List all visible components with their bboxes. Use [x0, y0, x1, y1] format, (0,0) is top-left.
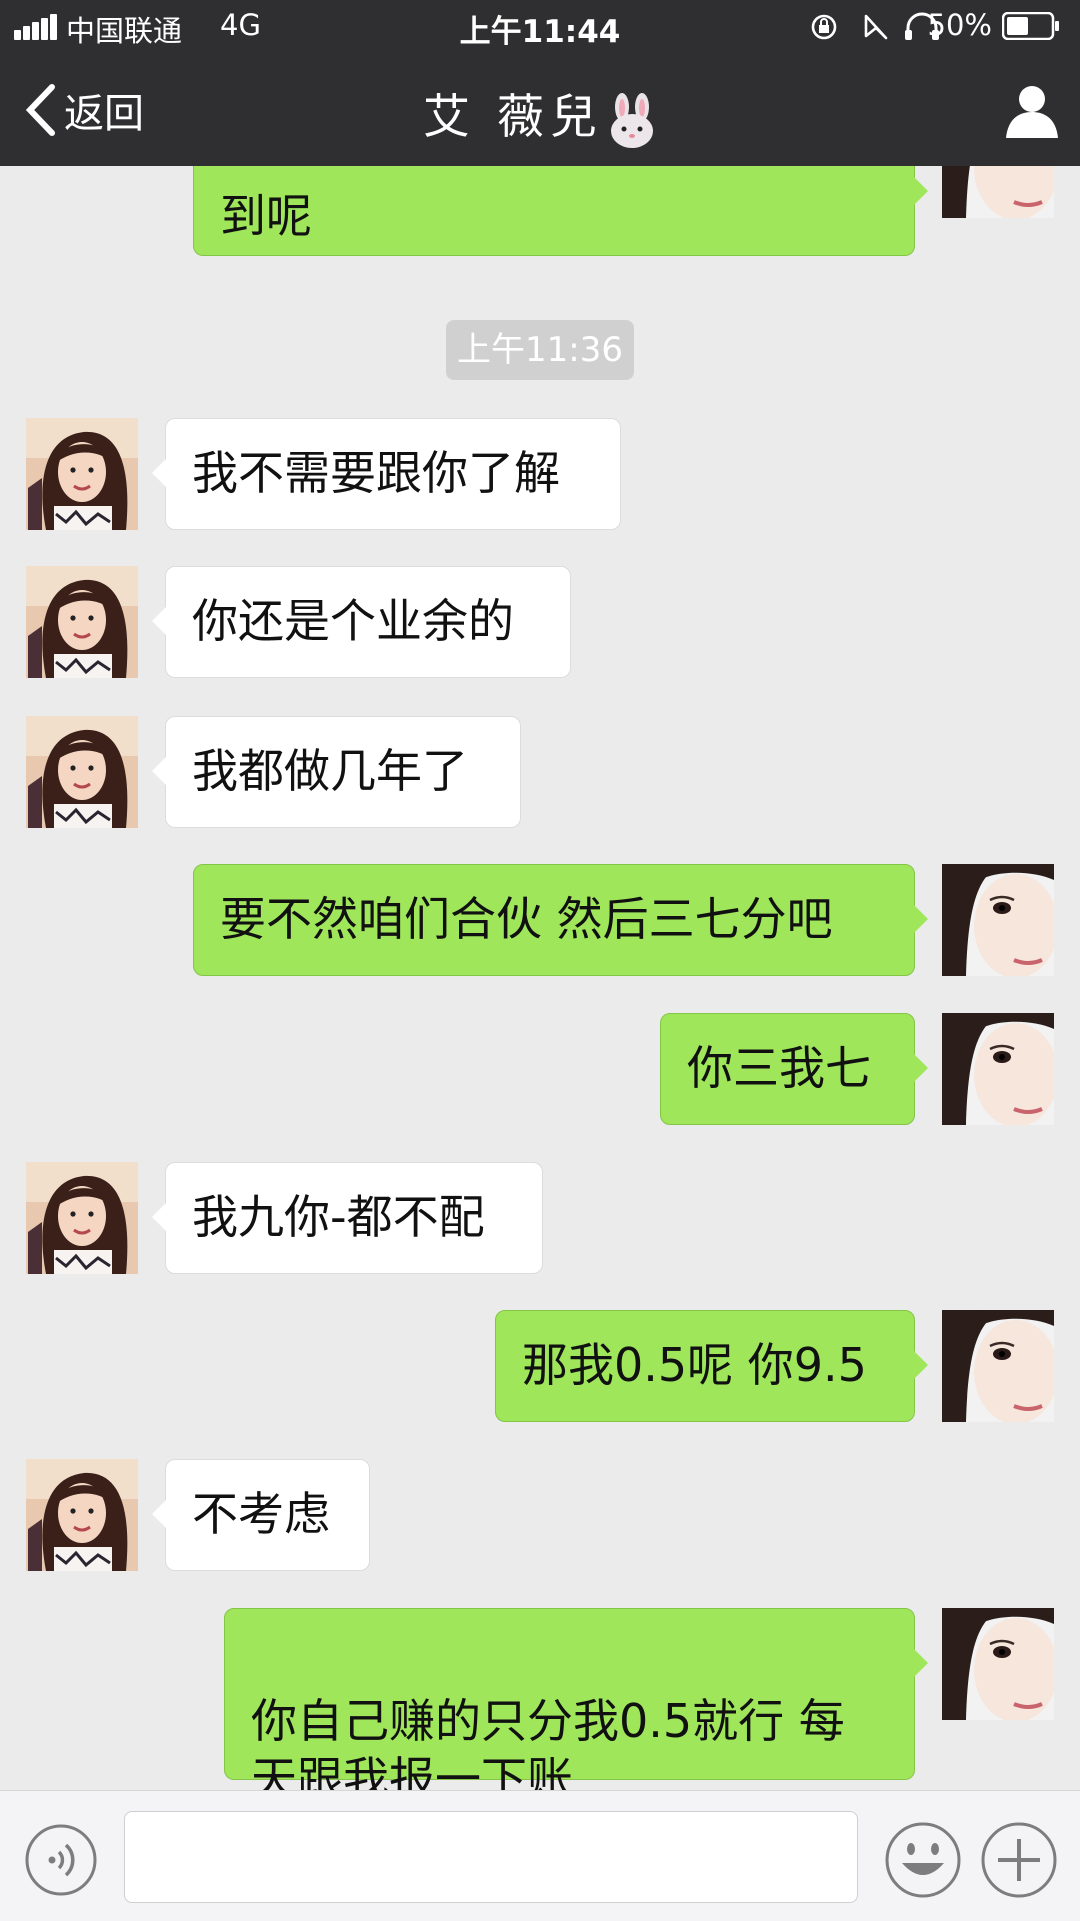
contact-avatar[interactable]	[26, 716, 138, 828]
timestamp-label: 上午11:36	[446, 320, 634, 380]
message-text: 不考虑	[192, 1487, 330, 1541]
self-avatar[interactable]	[942, 1608, 1054, 1720]
battery-percentage: 50%	[927, 8, 992, 42]
plus-icon[interactable]	[980, 1821, 1058, 1899]
message-bubble-incoming[interactable]: 你还是个业余的	[152, 566, 571, 678]
rabbit-emoji-icon	[610, 92, 653, 148]
message-bubble-outgoing[interactable]: 你自己赚的只分我0.5就行 每 天跟我报一下账	[224, 1608, 928, 1790]
message-bubble-outgoing[interactable]: 那我0.5呢 你9.5	[495, 1310, 928, 1422]
message-text: 要不然咱们合伙 然后三七分吧	[220, 892, 833, 946]
voice-icon[interactable]	[24, 1823, 98, 1897]
contact-avatar[interactable]	[26, 1459, 138, 1571]
self-avatar[interactable]	[942, 864, 1054, 976]
message-bubble-outgoing[interactable]: 到呢	[193, 166, 928, 256]
contact-avatar[interactable]	[26, 1162, 138, 1274]
emoji-icon[interactable]	[884, 1821, 962, 1899]
message-text: 那我0.5呢 你9.5	[522, 1338, 867, 1392]
battery-icon	[1002, 12, 1059, 40]
rotation-lock-icon	[811, 14, 837, 40]
title-bar: 中国联通 4G 上午11:44 50% 返回 艾 薇兒	[0, 0, 1080, 166]
contact-avatar[interactable]	[26, 566, 138, 678]
message-text: 我都做几年了	[192, 744, 468, 798]
message-text: 我九你-都不配	[192, 1190, 485, 1244]
contact-avatar[interactable]	[26, 418, 138, 530]
message-list[interactable]: 到呢 上午11:36 我不需要跟你了解 你还是个业余的 我都做几年了 要不然咱们…	[0, 166, 1080, 1790]
message-input[interactable]	[124, 1811, 858, 1903]
message-text: 到呢	[220, 189, 312, 243]
message-text: 你自己赚的只分我0.5就行 每 天跟我报一下账	[251, 1694, 845, 1790]
contact-name: 艾 薇兒	[423, 90, 603, 145]
chat-title: 艾 薇兒	[0, 78, 1080, 149]
message-bubble-incoming[interactable]: 我不需要跟你了解	[152, 418, 621, 530]
location-icon	[864, 14, 888, 40]
self-avatar[interactable]	[942, 1013, 1054, 1125]
self-avatar[interactable]	[942, 1310, 1054, 1422]
input-bar	[0, 1790, 1080, 1921]
message-bubble-incoming[interactable]: 我九你-都不配	[152, 1162, 543, 1274]
message-text: 你还是个业余的	[192, 594, 514, 648]
message-text: 你三我七	[687, 1041, 871, 1095]
contact-profile-button[interactable]	[1004, 84, 1060, 138]
message-text: 我不需要跟你了解	[192, 446, 560, 500]
message-bubble-outgoing[interactable]: 你三我七	[660, 1013, 928, 1125]
status-bar: 中国联通 4G 上午11:44 50%	[0, 0, 1080, 54]
message-bubble-incoming[interactable]: 不考虑	[152, 1459, 370, 1571]
message-bubble-incoming[interactable]: 我都做几年了	[152, 716, 521, 828]
message-bubble-outgoing[interactable]: 要不然咱们合伙 然后三七分吧	[193, 864, 928, 976]
self-avatar[interactable]	[942, 166, 1054, 218]
